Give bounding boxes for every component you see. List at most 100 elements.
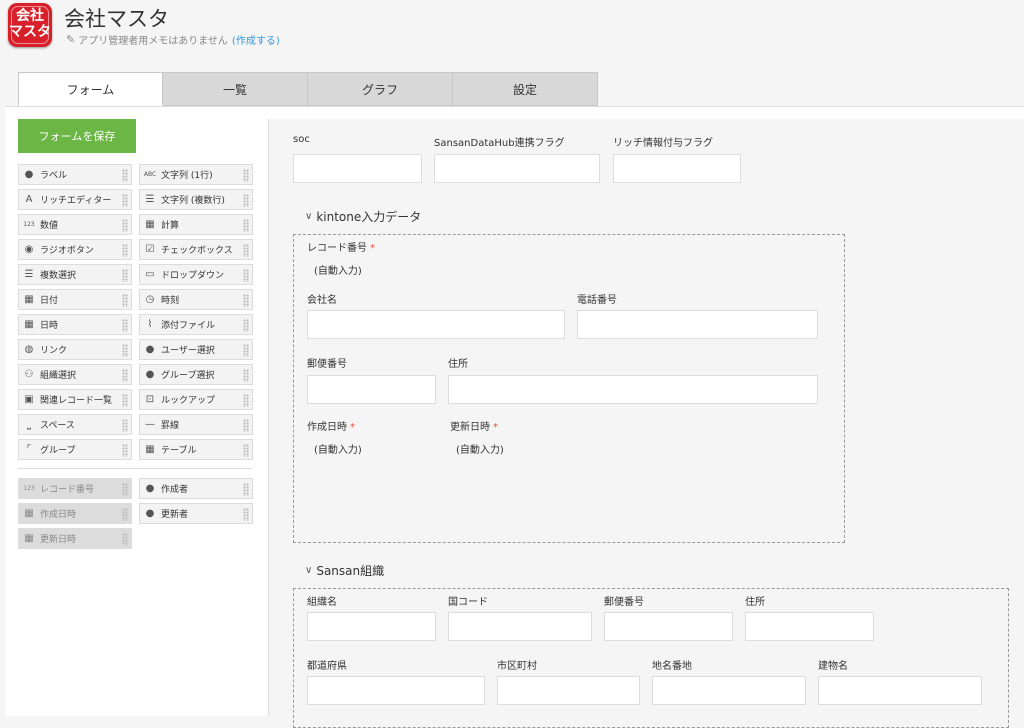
field-label-country-code: 国コード [448,597,488,608]
drag-handle-icon[interactable] [243,483,249,496]
palette-item-label: ルックアップ [161,396,216,406]
drag-handle-icon[interactable] [122,244,128,257]
drag-handle-icon[interactable] [243,508,249,521]
create-memo-link[interactable]: (作成する) [232,32,280,47]
field-input-prefecture[interactable] [307,676,485,705]
palette-item[interactable]: ⎵ スペース [18,414,132,435]
field-input-soc[interactable] [293,154,422,183]
field-input-address-2[interactable] [745,612,874,641]
palette-item[interactable]: ▦ 計算 [139,214,253,235]
palette-item[interactable]: ⊡ ルックアップ [139,389,253,410]
drag-handle-icon[interactable] [122,394,128,407]
field-input-building[interactable] [818,676,982,705]
palette-item[interactable]: ABC 文字列 (1行) [139,164,253,185]
palette-item[interactable]: ▦ 日時 [18,314,132,335]
drag-handle-icon[interactable] [243,169,249,182]
palette-item[interactable]: ☑ チェックボックス [139,239,253,260]
clock-icon: ◷ [145,294,155,305]
field-input-phone[interactable] [577,310,818,339]
palette-item[interactable]: ◉ ラジオボタン [18,239,132,260]
drag-handle-icon[interactable] [122,533,128,546]
field-input-company[interactable] [307,310,565,339]
drag-handle-icon[interactable] [122,194,128,207]
group-kintone-header[interactable]: ∨ kintone入力データ [305,208,421,225]
field-input-postal[interactable] [307,375,436,404]
tab-settings[interactable]: 設定 [453,72,598,106]
system-palette-item[interactable]: 123 レコード番号 [18,478,132,499]
field-input-postal-2[interactable] [604,612,733,641]
palette-item-label: テーブル [161,446,197,456]
palette-item[interactable]: ▦ テーブル [139,439,253,460]
palette-item[interactable]: 123 数値 [18,214,132,235]
palette-item[interactable]: ▣ 関連レコード一覧 [18,389,132,410]
drag-handle-icon[interactable] [122,483,128,496]
palette-item[interactable]: ● ラベル [18,164,132,185]
palette-item[interactable]: ⌜ グループ [18,439,132,460]
drag-handle-icon[interactable] [243,269,249,282]
field-input-org-name[interactable] [307,612,436,641]
palette-item[interactable]: ● グループ選択 [139,364,253,385]
palette-item-label: グループ [40,446,76,456]
system-palette-item[interactable]: ▦ 作成日時 [18,503,132,524]
drag-handle-icon[interactable] [122,169,128,182]
palette-item[interactable]: ⌇ 添付ファイル [139,314,253,335]
drag-handle-icon[interactable] [122,344,128,357]
drag-handle-icon[interactable] [243,444,249,457]
table-icon: ▦ [145,444,155,455]
date-icon: ▦ [24,294,34,305]
drag-handle-icon[interactable] [122,369,128,382]
drag-handle-icon[interactable] [122,319,128,332]
palette-item[interactable]: — 罫線 [139,414,253,435]
drag-handle-icon[interactable] [243,369,249,382]
rich-editor-icon: A [25,194,33,205]
updated-auto: (自動入力) [456,445,504,456]
palette-item[interactable]: ▭ ドロップダウン [139,264,253,285]
save-form-button[interactable]: フォームを保存 [18,119,136,153]
palette-item[interactable]: ☰ 複数選択 [18,264,132,285]
palette-item[interactable]: ⚇ 組織選択 [18,364,132,385]
palette-item[interactable]: ▦ 日付 [18,289,132,310]
dropdown-icon: ▭ [145,269,155,280]
group-sansan-header[interactable]: ∨ Sansan組織 [305,562,384,579]
palette-item-label: グループ選択 [161,371,215,381]
system-palette-item[interactable]: ▦ 更新日時 [18,528,132,549]
attachment-icon: ⌇ [147,319,153,330]
field-label-sansan-flag: SansanDataHub連携フラグ [434,138,565,149]
field-input-rich-flag[interactable] [613,154,741,183]
system-palette-item[interactable]: ● 作成者 [139,478,253,499]
drag-handle-icon[interactable] [243,394,249,407]
drag-handle-icon[interactable] [243,344,249,357]
multi-select-icon: ☰ [24,269,34,280]
drag-handle-icon[interactable] [243,194,249,207]
field-input-country-code[interactable] [448,612,592,641]
drag-handle-icon[interactable] [122,294,128,307]
palette-item[interactable]: ● ユーザー選択 [139,339,253,360]
field-input-sansan-flag[interactable] [434,154,600,183]
drag-handle-icon[interactable] [122,269,128,282]
palette-item[interactable]: ◷ 時刻 [139,289,253,310]
drag-handle-icon[interactable] [243,319,249,332]
tab-list[interactable]: 一覧 [163,72,308,106]
tag-icon: ● [24,169,34,180]
number-icon: 123 [23,485,35,492]
drag-handle-icon[interactable] [122,508,128,521]
palette-item[interactable]: A リッチエディター [18,189,132,210]
palette-item[interactable]: ◍ リンク [18,339,132,360]
tab-graph[interactable]: グラフ [308,72,453,106]
drag-handle-icon[interactable] [243,219,249,232]
field-input-street[interactable] [652,676,806,705]
drag-handle-icon[interactable] [122,419,128,432]
field-label-soc: soc [293,134,310,145]
field-input-address[interactable] [448,375,818,404]
palette-item-label: 文字列 (1行) [161,171,213,181]
drag-handle-icon[interactable] [243,244,249,257]
system-palette-item[interactable]: ● 更新者 [139,503,253,524]
drag-handle-icon[interactable] [243,294,249,307]
palette-item[interactable]: ☰ 文字列 (複数行) [139,189,253,210]
drag-handle-icon[interactable] [243,419,249,432]
drag-handle-icon[interactable] [122,444,128,457]
drag-handle-icon[interactable] [122,219,128,232]
tab-form[interactable]: フォーム [18,72,163,106]
field-input-city[interactable] [497,676,640,705]
group-user-icon: ● [145,369,155,380]
